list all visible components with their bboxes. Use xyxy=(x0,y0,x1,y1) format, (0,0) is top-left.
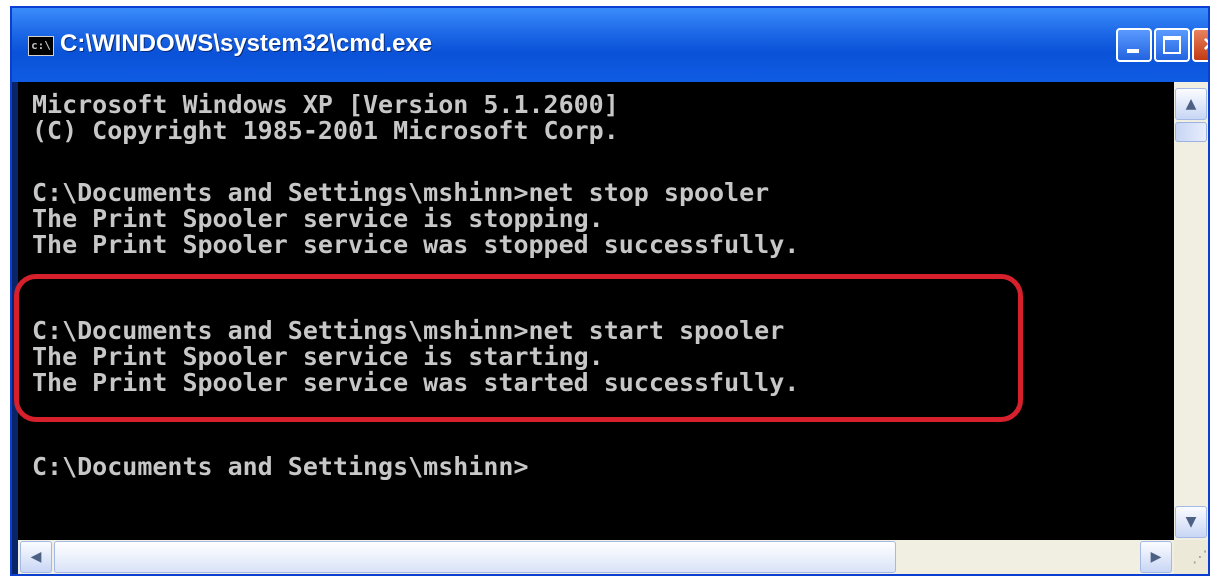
scroll-left-button[interactable]: ◀ xyxy=(20,541,52,573)
scroll-right-button[interactable]: ▶ xyxy=(1140,541,1172,573)
console-line: (C) Copyright 1985-2001 Microsoft Corp. xyxy=(32,116,619,145)
highlight-annotation xyxy=(14,274,1023,422)
arrow-down-icon: ▼ xyxy=(1185,514,1197,530)
close-icon: × xyxy=(1203,31,1208,58)
window-title: C:\WINDOWS\system32\cmd.exe xyxy=(60,30,433,57)
scroll-down-button[interactable]: ▼ xyxy=(1175,506,1207,538)
arrow-left-icon: ◀ xyxy=(30,549,42,565)
close-button[interactable]: × xyxy=(1192,28,1208,62)
arrow-up-icon: ▲ xyxy=(1185,96,1197,112)
console-line: Microsoft Windows XP [Version 5.1.2600] xyxy=(32,90,619,119)
minimize-icon xyxy=(1127,49,1139,53)
console-prompt[interactable]: C:\Documents and Settings\mshinn> xyxy=(32,454,529,480)
console-line: The Print Spooler service was stopped su… xyxy=(32,230,800,259)
minimize-button[interactable] xyxy=(1116,28,1152,62)
resize-grip-icon[interactable]: ⋰ xyxy=(1174,540,1208,574)
title-bar[interactable]: c:\ C:\WINDOWS\system32\cmd.exe × xyxy=(12,8,1208,82)
scroll-up-button[interactable]: ▲ xyxy=(1175,88,1207,120)
console-line: C:\Documents and Settings\mshinn>net sto… xyxy=(32,178,770,207)
console-line: The Print Spooler service is stopping. xyxy=(32,204,604,233)
cmd-app-icon[interactable]: c:\ xyxy=(28,36,54,56)
arrow-right-icon: ▶ xyxy=(1150,549,1162,565)
maximize-button[interactable] xyxy=(1154,28,1190,62)
vertical-scrollbar[interactable]: ▲ ▼ xyxy=(1174,82,1208,540)
maximize-icon xyxy=(1163,36,1181,54)
vertical-scroll-thumb[interactable] xyxy=(1175,122,1207,142)
horizontal-scroll-thumb[interactable] xyxy=(54,541,896,573)
horizontal-scrollbar[interactable]: ◀ ▶ xyxy=(18,540,1174,574)
